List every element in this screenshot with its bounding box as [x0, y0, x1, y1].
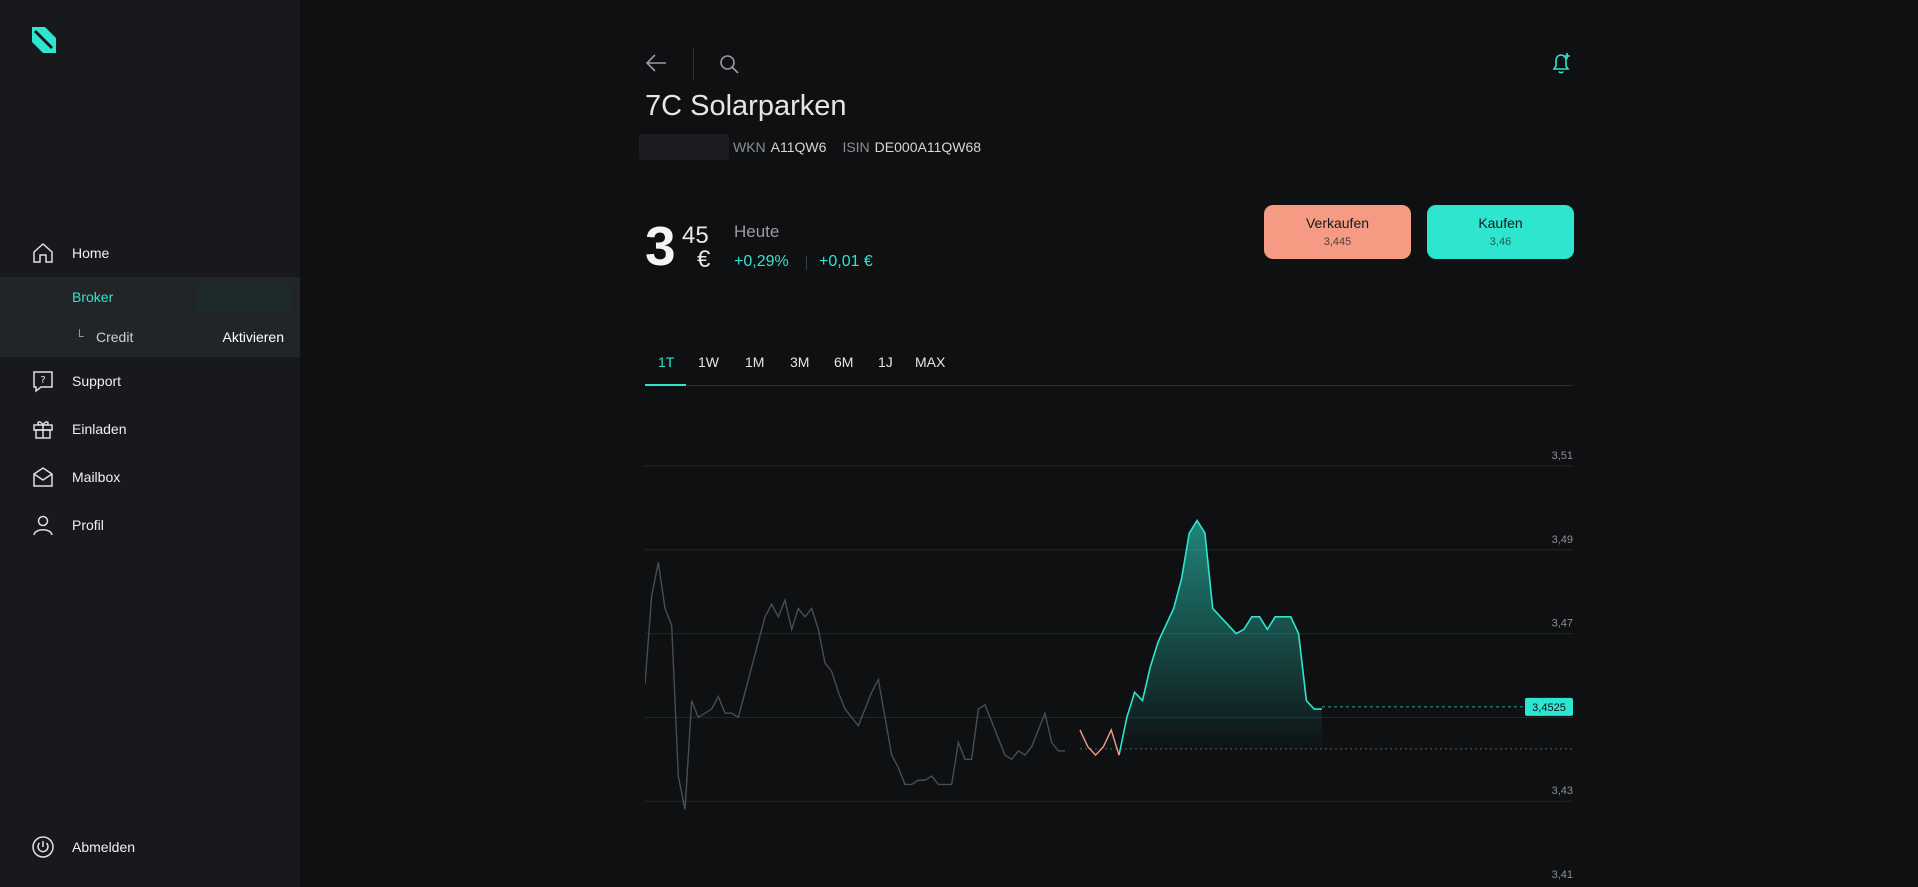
sidebar-item-label: Einladen: [72, 421, 127, 437]
submenu-branch-icon: └: [75, 329, 84, 343]
sidebar-item-label: Credit: [96, 329, 134, 345]
price-currency: €: [697, 246, 711, 273]
y-tick-label: 3,47: [1552, 618, 1573, 630]
price-period: Heute: [734, 222, 780, 241]
tab-1m[interactable]: 1M: [745, 354, 764, 370]
sidebar: Home Broker └ Credit Aktivieren ? Suppor…: [0, 0, 300, 887]
tab-6m[interactable]: 6M: [834, 354, 853, 370]
change-percent: +0,29%: [734, 253, 789, 270]
tab-1t[interactable]: 1T: [658, 354, 674, 370]
broker-balance-badge: [196, 282, 292, 312]
activate-credit-link[interactable]: Aktivieren: [223, 329, 284, 345]
wkn-value: A11QW6: [770, 139, 827, 155]
sidebar-item-credit[interactable]: └ Credit Aktivieren: [0, 317, 300, 357]
buy-price: 3,46: [1489, 236, 1512, 248]
security-identifiers: WKN A11QW6 ISIN DE000A11QW68: [639, 134, 997, 160]
buy-button[interactable]: Kaufen 3,46: [1427, 205, 1574, 259]
sidebar-item-label: Abmelden: [72, 839, 136, 855]
toolbar-divider: [693, 48, 694, 80]
sidebar-item-invite[interactable]: Einladen: [0, 407, 300, 451]
price-integer: 3: [645, 215, 676, 277]
user-icon: [33, 515, 53, 536]
active-tab-indicator: [645, 384, 686, 386]
sidebar-item-home[interactable]: Home: [0, 231, 300, 275]
timeframe-tabs: 1T 1W 1M 3M 6M 1J MAX: [645, 338, 1573, 386]
tab-max[interactable]: MAX: [915, 354, 945, 370]
sell-label: Verkaufen: [1305, 215, 1370, 231]
mail-icon: [33, 467, 53, 487]
gift-icon: [33, 421, 53, 439]
sidebar-item-label: Home: [72, 245, 110, 261]
change-divider: [806, 256, 807, 270]
add-price-alert-icon[interactable]: [1550, 51, 1573, 75]
sidebar-item-label: Broker: [72, 289, 114, 305]
y-tick-label: 3,51: [1552, 450, 1573, 462]
sidebar-item-logout[interactable]: Abmelden: [0, 825, 300, 869]
home-icon: [33, 242, 53, 263]
sidebar-item-support[interactable]: ? Support: [0, 359, 300, 403]
current-price-label: 3,4525: [1532, 702, 1566, 714]
power-icon: [32, 836, 54, 858]
buy-label: Kaufen: [1478, 215, 1523, 231]
sidebar-item-label: Profil: [72, 517, 104, 533]
sell-price: 3,445: [1323, 236, 1352, 248]
sidebar-item-profile[interactable]: Profil: [0, 503, 300, 547]
help-chat-icon: ?: [33, 371, 53, 393]
page-title: 7C Solarparken: [645, 90, 847, 122]
sidebar-item-mailbox[interactable]: Mailbox: [0, 455, 300, 499]
svg-text:?: ?: [40, 375, 45, 386]
y-tick-label: 3,41: [1552, 869, 1573, 881]
tab-1j[interactable]: 1J: [878, 354, 893, 370]
brand-logo[interactable]: [32, 27, 56, 53]
isin-label: ISIN: [842, 139, 870, 155]
tab-3m[interactable]: 3M: [790, 354, 809, 370]
change-absolute: +0,01 €: [819, 253, 873, 270]
previous-period-line: [645, 562, 1065, 810]
y-tick-label: 3,43: [1552, 785, 1573, 797]
wkn-label: WKN: [733, 139, 766, 155]
sell-button[interactable]: Verkaufen 3,445: [1264, 205, 1411, 259]
broker-submenu: Broker └ Credit Aktivieren: [0, 277, 300, 357]
price-chart[interactable]: 3,513,493,473,453,433,413,4525: [645, 390, 1573, 887]
sidebar-item-label: Support: [72, 373, 122, 389]
back-arrow-icon[interactable]: [645, 52, 667, 74]
sidebar-item-label: Mailbox: [72, 469, 121, 485]
masked-identifier: [639, 134, 729, 160]
search-icon[interactable]: [719, 54, 739, 74]
isin-value: DE000A11QW68: [874, 139, 982, 155]
sidebar-item-broker[interactable]: Broker: [0, 277, 300, 317]
y-tick-label: 3,49: [1552, 534, 1573, 546]
tab-1w[interactable]: 1W: [698, 354, 719, 370]
today-area-fill: [1080, 520, 1322, 756]
